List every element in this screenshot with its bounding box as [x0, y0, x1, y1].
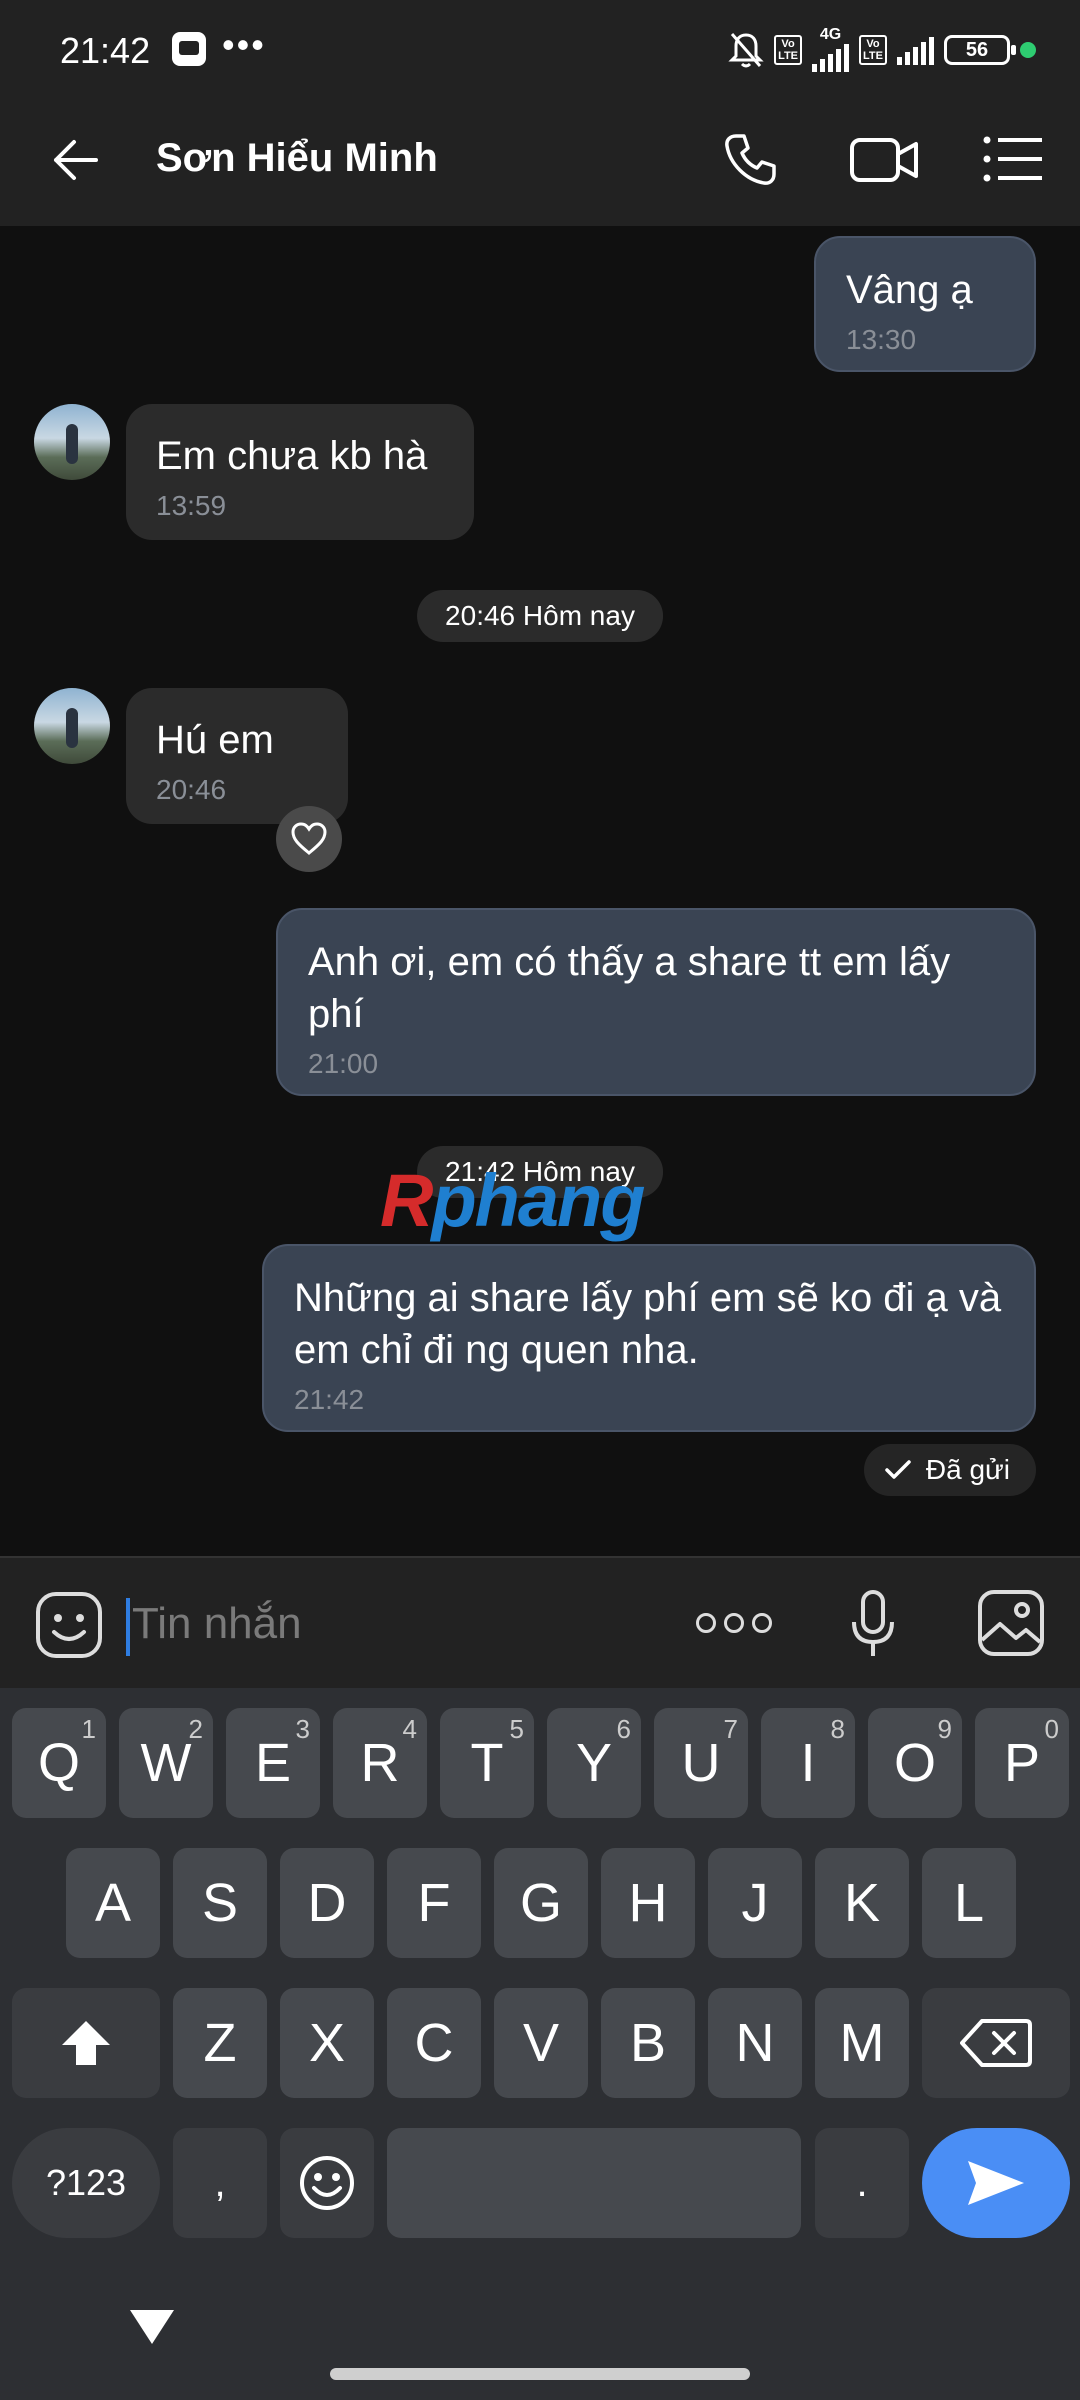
signal-bars-icon-2 — [897, 35, 934, 65]
avatar[interactable] — [34, 404, 110, 480]
key-u[interactable]: U7 — [654, 1708, 748, 1818]
avatar[interactable] — [34, 688, 110, 764]
message-input[interactable] — [132, 1588, 652, 1660]
key-m[interactable]: M — [815, 1988, 909, 2098]
key-y[interactable]: Y6 — [547, 1708, 641, 1818]
message-time: 13:59 — [156, 490, 227, 521]
shift-arrow-icon — [62, 2021, 110, 2065]
key-p[interactable]: P0 — [975, 1708, 1069, 1818]
mute-bell-icon — [728, 33, 764, 68]
key-n[interactable]: N — [708, 1988, 802, 2098]
send-arrow-icon — [968, 2161, 1024, 2205]
signal-bars-icon — [812, 42, 850, 72]
message-input-bar — [0, 1556, 1080, 1688]
check-icon — [885, 1460, 911, 1479]
privacy-indicator-dot — [1020, 42, 1036, 58]
list-menu-icon[interactable] — [982, 134, 1046, 184]
sticker-icon[interactable] — [34, 1590, 104, 1660]
date-separator: 20:46 Hôm nay — [417, 590, 663, 642]
image-gallery-icon[interactable] — [976, 1588, 1046, 1658]
key-v[interactable]: V — [494, 1988, 588, 2098]
message-bubble-sent[interactable]: Vâng ạ 13:30 — [814, 236, 1036, 372]
key-i[interactable]: I8 — [761, 1708, 855, 1818]
keyboard: Q1 W2 E3 R4 T5 Y6 U7 I8 O9 P0 A S D F G … — [0, 1688, 1080, 2400]
key-h[interactable]: H — [601, 1848, 695, 1958]
battery-icon: 56 — [944, 35, 1016, 65]
smiley-icon — [300, 2156, 354, 2210]
status-indicators: Vo LTE 4G Vo LTE 56 — [728, 27, 1036, 72]
phone-icon[interactable] — [720, 130, 780, 190]
notification-app-icon — [172, 32, 206, 66]
backspace-icon — [960, 2019, 1032, 2067]
symbols-key[interactable]: ?123 — [12, 2128, 160, 2238]
home-gesture-bar[interactable] — [330, 2368, 750, 2380]
key-q[interactable]: Q1 — [12, 1708, 106, 1818]
hide-keyboard-icon[interactable] — [128, 2306, 176, 2346]
volte-badge-2: Vo LTE — [859, 35, 887, 65]
heart-icon — [291, 822, 327, 855]
top-bar: 21:42 ••• Vo LTE 4G Vo LTE 56 Sơn Hiểu Min… — [0, 0, 1080, 226]
signal-4g: 4G — [812, 27, 850, 72]
key-s[interactable]: S — [173, 1848, 267, 1958]
space-key[interactable] — [387, 2128, 801, 2238]
key-d[interactable]: D — [280, 1848, 374, 1958]
message-bubble-received[interactable]: Em chưa kb hà 13:59 — [126, 404, 474, 540]
key-e[interactable]: E3 — [226, 1708, 320, 1818]
video-camera-icon[interactable] — [848, 132, 920, 188]
arrow-left-icon[interactable] — [44, 128, 108, 192]
react-heart-button[interactable] — [276, 806, 342, 872]
key-w[interactable]: W2 — [119, 1708, 213, 1818]
period-key[interactable]: . — [815, 2128, 909, 2238]
emoji-key[interactable] — [280, 2128, 374, 2238]
key-j[interactable]: J — [708, 1848, 802, 1958]
message-text: Em chưa kb hà — [156, 434, 428, 478]
message-time: 13:30 — [846, 324, 917, 355]
microphone-icon[interactable] — [848, 1588, 898, 1660]
shift-key[interactable] — [12, 1988, 160, 2098]
message-bubble-sent[interactable]: Những ai share lấy phí em sẽ ko đi ạ và … — [262, 1244, 1036, 1432]
key-f[interactable]: F — [387, 1848, 481, 1958]
message-time: 20:46 — [156, 774, 227, 805]
comma-key[interactable]: , — [173, 2128, 267, 2238]
key-l[interactable]: L — [922, 1848, 1016, 1958]
message-text: Anh ơi, em có thấy a share tt em lấy phí — [308, 940, 951, 1036]
volte-badge: Vo LTE — [774, 35, 803, 65]
chat-area[interactable]: Vâng ạ 13:30 Em chưa kb hà 13:59 20:46 H… — [0, 226, 1080, 1556]
key-g[interactable]: G — [494, 1848, 588, 1958]
key-r[interactable]: R4 — [333, 1708, 427, 1818]
status-time: 21:42 — [60, 30, 151, 71]
sent-status-badge: Đã gửi — [863, 1444, 1036, 1496]
key-z[interactable]: Z — [173, 1988, 267, 2098]
key-x[interactable]: X — [280, 1988, 374, 2098]
message-text: Vâng ạ — [846, 268, 973, 312]
key-a[interactable]: A — [66, 1848, 160, 1958]
text-caret — [126, 1598, 130, 1656]
key-o[interactable]: O9 — [868, 1708, 962, 1818]
message-text: Hú em — [156, 718, 274, 762]
message-time: 21:42 — [294, 1384, 365, 1415]
key-b[interactable]: B — [601, 1988, 695, 2098]
key-k[interactable]: K — [815, 1848, 909, 1958]
send-button[interactable] — [922, 2128, 1070, 2238]
sent-status-text: Đã gửi — [925, 1454, 1010, 1485]
backspace-key[interactable] — [922, 1988, 1070, 2098]
status-more: ••• — [222, 24, 266, 65]
contact-name[interactable]: Sơn Hiểu Minh — [156, 136, 438, 181]
message-time: 21:00 — [308, 1048, 379, 1079]
message-bubble-sent[interactable]: Anh ơi, em có thấy a share tt em lấy phí… — [276, 908, 1036, 1096]
key-t[interactable]: T5 — [440, 1708, 534, 1818]
message-bubble-received[interactable]: Hú em 20:46 — [126, 688, 348, 824]
more-options-icon[interactable] — [696, 1608, 772, 1638]
message-text: Những ai share lấy phí em sẽ ko đi ạ và … — [294, 1276, 1002, 1372]
key-c[interactable]: C — [387, 1988, 481, 2098]
watermark-logo: Rphang — [380, 1159, 645, 1242]
